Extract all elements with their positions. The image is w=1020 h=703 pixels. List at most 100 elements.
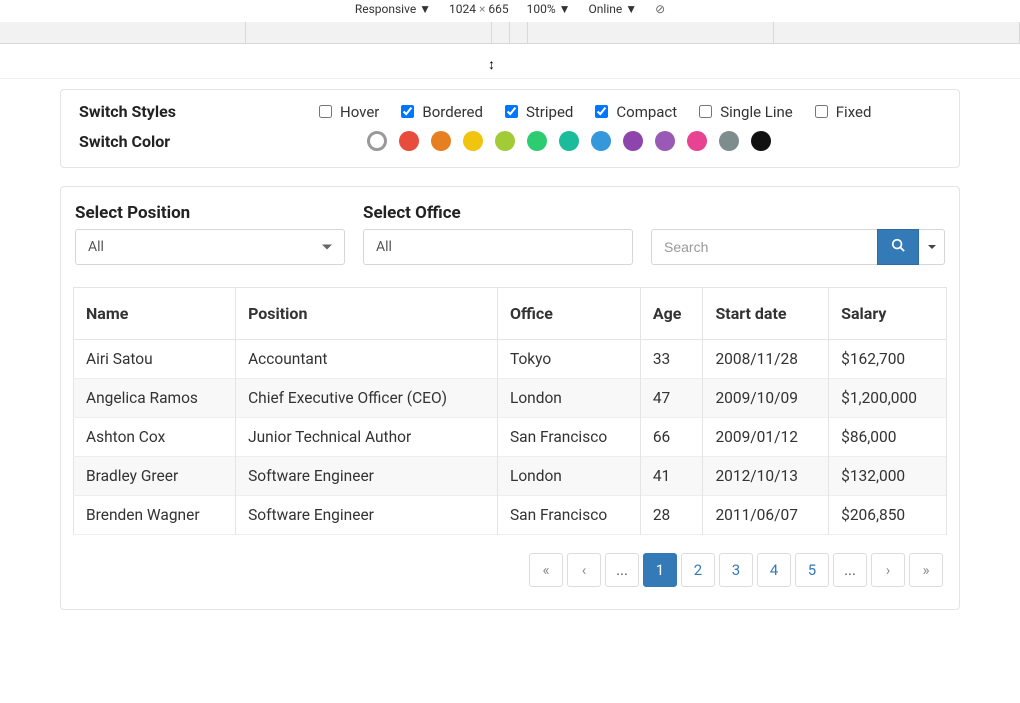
table-header-cell[interactable]: Age (640, 288, 703, 340)
chevron-down-icon (928, 245, 936, 249)
table-cell: $86,000 (829, 418, 947, 457)
resize-handle-icon[interactable]: ↕ (488, 56, 495, 73)
table-cell: 33 (640, 340, 703, 379)
rotate-icon[interactable]: ⊘ (655, 2, 665, 16)
switch-styles-label: Switch Styles (79, 102, 319, 121)
table-cell: 41 (640, 457, 703, 496)
zoom-select[interactable]: 100% ▼ (527, 2, 571, 16)
hover-checkbox[interactable]: Hover (319, 103, 379, 121)
color-swatch[interactable] (463, 131, 483, 151)
table-row: Bradley GreerSoftware EngineerLondon4120… (74, 457, 947, 496)
search-dropdown-button[interactable] (919, 229, 945, 265)
striped-checkbox[interactable]: Striped (505, 103, 573, 121)
table-cell: London (497, 379, 640, 418)
table-cell: Accountant (236, 340, 498, 379)
table-cell: 28 (640, 496, 703, 535)
filters-panel: Select Position All Select Office All (60, 186, 960, 610)
bordered-checkbox[interactable]: Bordered (401, 103, 483, 121)
ruler-strip (0, 22, 1020, 44)
table-cell: 66 (640, 418, 703, 457)
device-select[interactable]: Responsive ▼ (355, 2, 431, 16)
pagination-page[interactable]: 2 (681, 553, 715, 587)
pagination-page[interactable]: 1 (643, 553, 677, 587)
table-header-cell[interactable]: Salary (829, 288, 947, 340)
table-cell: $132,000 (829, 457, 947, 496)
color-swatch[interactable] (623, 131, 643, 151)
color-swatch[interactable] (719, 131, 739, 151)
compact-checkbox[interactable]: Compact (595, 103, 677, 121)
color-swatch[interactable] (399, 131, 419, 151)
table-cell: $1,200,000 (829, 379, 947, 418)
viewport-dimensions: 1024 × 665 (449, 2, 509, 16)
color-swatch[interactable] (559, 131, 579, 151)
color-swatch[interactable] (367, 131, 387, 151)
table-cell: San Francisco (497, 418, 640, 457)
color-swatch[interactable] (655, 131, 675, 151)
hover-checkbox-input[interactable] (319, 105, 332, 118)
search-button[interactable] (877, 229, 919, 265)
pagination-ellipsis[interactable]: ... (833, 553, 867, 587)
data-table: NamePositionOfficeAgeStart dateSalary Ai… (73, 287, 947, 535)
pagination-first[interactable]: « (529, 553, 563, 587)
single-line-checkbox-input[interactable] (699, 105, 712, 118)
network-select[interactable]: Online ▼ (589, 2, 638, 16)
table-cell: Brenden Wagner (74, 496, 236, 535)
pagination-prev[interactable]: ‹ (567, 553, 601, 587)
table-cell: Ashton Cox (74, 418, 236, 457)
dimension-separator: × (479, 2, 488, 16)
bordered-checkbox-input[interactable] (401, 105, 414, 118)
viewport-width[interactable]: 1024 (449, 2, 476, 16)
pagination-last[interactable]: » (909, 553, 943, 587)
table-cell: Airi Satou (74, 340, 236, 379)
table-header-cell[interactable]: Start date (703, 288, 829, 340)
pagination-next[interactable]: › (871, 553, 905, 587)
table-row: Ashton CoxJunior Technical AuthorSan Fra… (74, 418, 947, 457)
table-cell: Bradley Greer (74, 457, 236, 496)
color-swatch[interactable] (591, 131, 611, 151)
table-cell: 2012/10/13 (703, 457, 829, 496)
table-row: Brenden WagnerSoftware EngineerSan Franc… (74, 496, 947, 535)
pagination-page[interactable]: 3 (719, 553, 753, 587)
pagination-page[interactable]: 5 (795, 553, 829, 587)
viewport-height[interactable]: 665 (488, 2, 508, 16)
color-swatch[interactable] (527, 131, 547, 151)
table-cell: 2009/01/12 (703, 418, 829, 457)
color-swatch[interactable] (687, 131, 707, 151)
table-cell: 47 (640, 379, 703, 418)
chevron-down-icon (322, 245, 332, 250)
table-header-cell[interactable]: Position (236, 288, 498, 340)
table-header-cell[interactable]: Office (497, 288, 640, 340)
fixed-checkbox-input[interactable] (815, 105, 828, 118)
table-body: Airi SatouAccountantTokyo332008/11/28$16… (74, 340, 947, 535)
devtools-bar: Responsive ▼ 1024 × 665 100% ▼ Online ▼ … (0, 0, 1020, 22)
table-cell: Angelica Ramos (74, 379, 236, 418)
table-cell: 2009/10/09 (703, 379, 829, 418)
table-cell: $206,850 (829, 496, 947, 535)
pagination-ellipsis[interactable]: ... (605, 553, 639, 587)
table-header-cell[interactable]: Name (74, 288, 236, 340)
color-swatches (367, 131, 771, 151)
table-cell: Junior Technical Author (236, 418, 498, 457)
table-cell: 2008/11/28 (703, 340, 829, 379)
search-icon (891, 238, 905, 256)
table-cell: San Francisco (497, 496, 640, 535)
striped-checkbox-input[interactable] (505, 105, 518, 118)
table-header-row: NamePositionOfficeAgeStart dateSalary (74, 288, 947, 340)
table-cell: London (497, 457, 640, 496)
compact-checkbox-input[interactable] (595, 105, 608, 118)
color-swatch[interactable] (495, 131, 515, 151)
office-filter-label: Select Office (363, 203, 633, 223)
fixed-checkbox[interactable]: Fixed (815, 103, 872, 121)
office-select[interactable]: All (363, 229, 633, 265)
table-row: Angelica RamosChief Executive Officer (C… (74, 379, 947, 418)
table-cell: Tokyo (497, 340, 640, 379)
color-swatch[interactable] (751, 131, 771, 151)
table-cell: Software Engineer (236, 457, 498, 496)
top-spacer: ↕ (0, 44, 1020, 79)
color-swatch[interactable] (431, 131, 451, 151)
single-line-checkbox[interactable]: Single Line (699, 103, 793, 121)
search-input[interactable] (651, 229, 877, 265)
table-cell: $162,700 (829, 340, 947, 379)
position-select[interactable]: All (75, 229, 345, 265)
pagination-page[interactable]: 4 (757, 553, 791, 587)
